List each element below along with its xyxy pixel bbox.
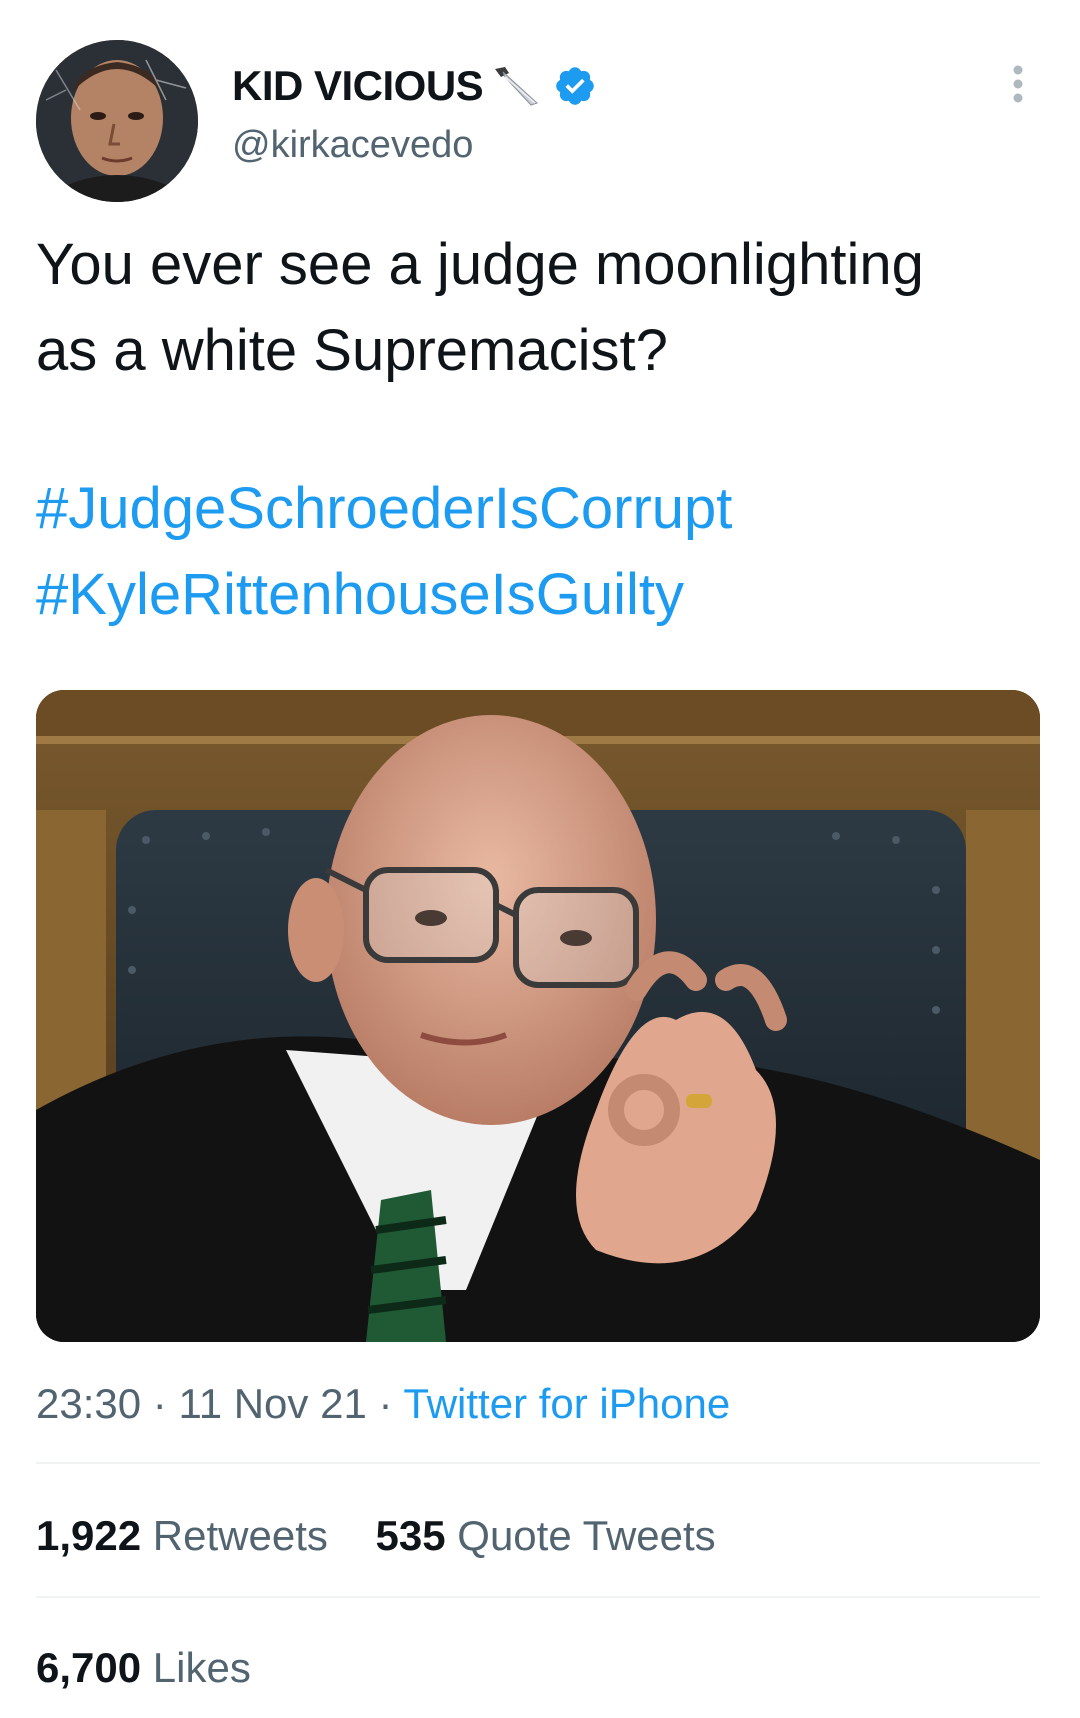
tweet-meta: 23:30 · 11 Nov 21 · Twitter for iPhone (36, 1374, 730, 1434)
tweet-detail: KID VICIOUS @kirkacevedo You ever see a … (0, 0, 1080, 1718)
hashtags: #JudgeSchroederIsCorrupt #KyleRittenhous… (36, 466, 1046, 638)
quote-tweets-count: 535 (375, 1512, 446, 1559)
avatar[interactable] (36, 40, 198, 202)
display-name-row: KID VICIOUS (232, 58, 597, 114)
handle[interactable]: @kirkacevedo (232, 124, 473, 167)
tweet-source-link[interactable]: Twitter for iPhone (403, 1380, 730, 1427)
verified-badge-icon (553, 64, 597, 108)
knife-emoji-icon (491, 63, 541, 109)
quote-tweets-label: Quote Tweets (457, 1512, 716, 1559)
separator-dot: · (152, 1380, 167, 1427)
tweet-text: You ever see a judge moonlighting as a w… (36, 232, 924, 383)
likes-stat[interactable]: 6,700 Likes (36, 1638, 251, 1698)
hashtag-link[interactable]: #KyleRittenhouseIsGuilty (36, 552, 1046, 638)
tweet-date[interactable]: 11 Nov 21 (178, 1380, 366, 1427)
judge-photo-illustration (36, 690, 1040, 1342)
engagement-stats: 1,922 Retweets 535 Quote Tweets (36, 1506, 752, 1566)
display-name[interactable]: KID VICIOUS (232, 62, 484, 110)
hashtag-link[interactable]: #JudgeSchroederIsCorrupt (36, 466, 1046, 552)
divider (36, 1596, 1040, 1598)
avatar-portrait-icon (36, 40, 198, 202)
quote-tweets-stat[interactable]: 535 Quote Tweets (376, 1506, 716, 1566)
likes-label: Likes (152, 1644, 251, 1691)
divider (36, 1462, 1040, 1464)
retweets-count: 1,922 (36, 1512, 142, 1559)
attached-photo[interactable] (36, 690, 1040, 1342)
more-options-icon[interactable] (1000, 60, 1036, 108)
likes-count: 6,700 (36, 1644, 142, 1691)
retweets-stat[interactable]: 1,922 Retweets (36, 1506, 328, 1566)
retweets-label: Retweets (152, 1512, 328, 1559)
separator-dot: · (378, 1380, 393, 1427)
tweet-time[interactable]: 23:30 (36, 1380, 141, 1427)
